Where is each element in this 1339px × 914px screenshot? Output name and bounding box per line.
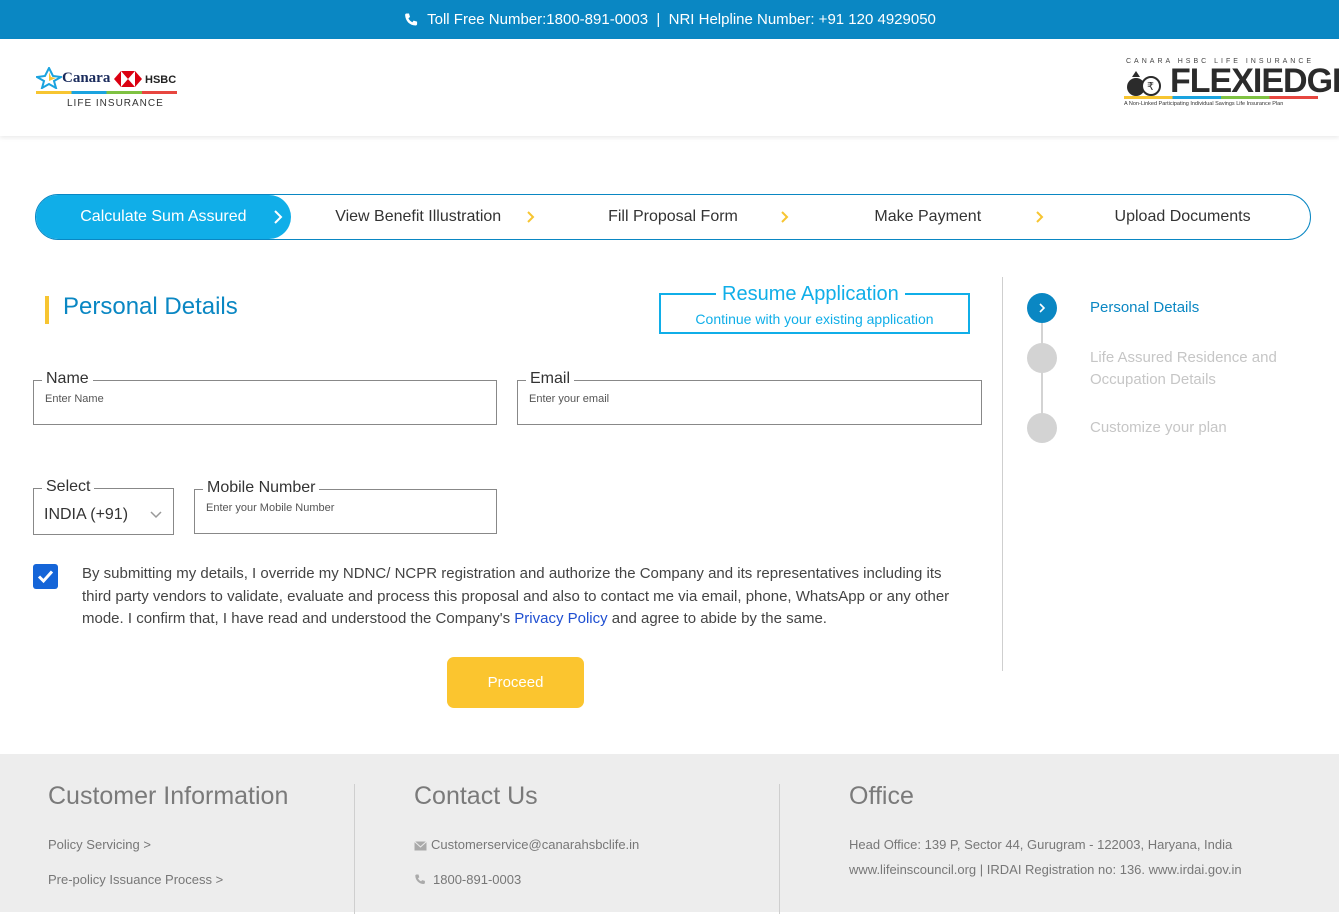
footer-divider — [779, 784, 780, 914]
progress-stepper: Calculate Sum Assured View Benefit Illus… — [35, 194, 1311, 240]
phone-icon — [415, 874, 425, 884]
chevron-right-icon — [781, 211, 789, 223]
flexiedge-tagline: A Non-Linked Participating Individual Sa… — [1124, 101, 1284, 107]
resume-application-button[interactable]: Resume Application Continue with your ex… — [659, 283, 970, 334]
sidebar-item-personal-details[interactable]: Personal Details — [1090, 297, 1290, 319]
policy-servicing-link[interactable]: Policy Servicing > — [48, 837, 151, 852]
consent-checkbox[interactable] — [33, 564, 58, 589]
office-title: Office — [849, 782, 914, 810]
contact-email-link[interactable]: Customerservice@canarahsbclife.in — [431, 837, 639, 852]
mobile-label: Mobile Number — [203, 479, 320, 497]
step-fill-proposal-form[interactable]: Fill Proposal Form — [546, 195, 801, 239]
resume-subtitle: Continue with your existing application — [695, 311, 934, 327]
envelope-icon — [414, 841, 427, 851]
sidebar-divider — [1002, 277, 1003, 671]
step-label: Calculate Sum Assured — [80, 208, 247, 225]
phone-icon — [405, 13, 418, 25]
name-field: Name — [33, 370, 497, 425]
country-code-select[interactable]: Select INDIA (+91) — [33, 478, 174, 535]
consent-tail: and agree to abide by the same. — [607, 610, 827, 627]
flexiedge-brand: FLEXIEDGE — [1170, 62, 1339, 100]
contact-us-title: Contact Us — [414, 782, 538, 810]
helpline-text: Toll Free Number:1800-891-0003 | NRI Hel… — [427, 11, 936, 28]
sidebar-step-dot-active — [1027, 293, 1057, 323]
canara-hsbc-logo[interactable]: Canara HSBC LIFE INSURANCE — [34, 65, 184, 115]
office-regulatory-links[interactable]: www.lifeinscouncil.org | IRDAI Registrat… — [849, 862, 1242, 877]
email-label: Email — [526, 370, 575, 388]
customer-information-title: Customer Information — [48, 782, 289, 810]
chevron-down-icon — [150, 511, 162, 519]
chevron-right-icon — [274, 210, 283, 224]
mobile-field: Mobile Number — [194, 479, 497, 534]
consent-text: By submitting my details, I override my … — [82, 563, 967, 631]
step-label: View Benefit Illustration — [335, 208, 502, 225]
chevron-right-icon — [526, 211, 535, 223]
hsbc-hexagon-icon — [114, 71, 142, 87]
step-calculate-sum-assured[interactable]: Calculate Sum Assured — [36, 195, 291, 239]
canara-text: Canara — [62, 70, 111, 86]
office-address: Head Office: 139 P, Sector 44, Gurugram … — [849, 837, 1233, 852]
country-select-label: Select — [42, 478, 95, 496]
step-label: Make Payment — [874, 208, 982, 225]
step-label: Upload Documents — [1114, 208, 1251, 225]
email-input[interactable] — [529, 393, 946, 405]
canara-star-icon — [36, 67, 62, 89]
resume-title: Resume Application — [716, 283, 905, 306]
sidebar-connector — [1041, 372, 1043, 414]
sidebar-connector — [1041, 322, 1043, 344]
country-select-value: INDIA (+91) — [44, 506, 129, 523]
helpline-bar: Toll Free Number:1800-891-0003 | NRI Hel… — [0, 0, 1339, 39]
life-insurance-text: LIFE INSURANCE — [67, 98, 164, 109]
email-field: Email — [517, 370, 982, 425]
pre-policy-issuance-link[interactable]: Pre-policy Issuance Process > — [48, 872, 223, 887]
sidebar-item-residence-occupation[interactable]: Life Assured Residence and Occupation De… — [1090, 347, 1290, 391]
hsbc-text: HSBC — [145, 74, 177, 86]
proceed-button[interactable]: Proceed — [447, 657, 584, 708]
sidebar-item-customize-plan[interactable]: Customize your plan — [1090, 417, 1290, 439]
checkmark-icon — [37, 570, 54, 584]
flexiedge-logo: CANARA HSBC LIFE INSURANCE ₹ FLEXIEDGE A… — [1122, 57, 1339, 112]
step-make-payment[interactable]: Make Payment — [800, 195, 1055, 239]
section-accent-bar — [45, 296, 49, 324]
step-view-benefit-illustration[interactable]: View Benefit Illustration — [291, 195, 546, 239]
name-input[interactable] — [45, 393, 461, 405]
flexiedge-stripe — [1124, 96, 1318, 99]
logo-stripe — [36, 91, 177, 94]
site-header: Canara HSBC LIFE INSURANCE CANARA HSBC L… — [0, 39, 1339, 136]
step-upload-documents[interactable]: Upload Documents — [1055, 195, 1310, 239]
page-title: Personal Details — [63, 293, 238, 320]
svg-text:₹: ₹ — [1147, 80, 1154, 93]
site-footer: Customer Information Policy Servicing > … — [0, 754, 1339, 914]
chevron-right-icon — [1039, 303, 1046, 313]
chevron-right-icon — [1036, 211, 1044, 223]
money-bag-icon: ₹ — [1127, 71, 1161, 96]
mobile-input[interactable] — [206, 502, 477, 514]
step-label: Fill Proposal Form — [608, 208, 738, 225]
sidebar-step-dot — [1027, 343, 1057, 373]
footer-divider — [354, 784, 355, 914]
name-label: Name — [42, 370, 93, 388]
sidebar-step-dot — [1027, 413, 1057, 443]
privacy-policy-link[interactable]: Privacy Policy — [514, 610, 607, 627]
contact-phone[interactable]: 1800-891-0003 — [433, 872, 521, 887]
